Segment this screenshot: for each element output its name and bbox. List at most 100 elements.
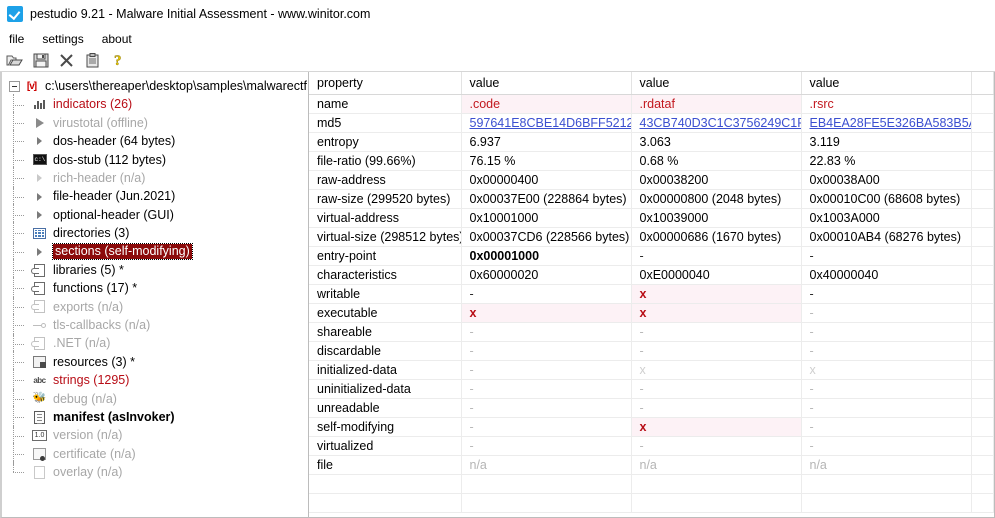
- sidebar-item-sections[interactable]: sections (self-modifying): [2, 240, 308, 263]
- table-cell-value[interactable]: 43CB740D3C1C3756249C1F2...: [631, 113, 802, 133]
- navigation-tree-panel[interactable]: [v] c:\users\thereaper\desktop\samples\m…: [0, 72, 309, 518]
- triangle-icon[interactable]: [31, 189, 48, 204]
- sidebar-item-functions[interactable]: functions (17) *: [2, 277, 308, 300]
- tree-item-root[interactable]: [v] c:\users\thereaper\desktop\samples\m…: [2, 77, 308, 95]
- column-header-value-3[interactable]: value: [801, 72, 972, 95]
- table-row[interactable]: file-ratio (99.66%) 76.15 % 0.68 % 22.83 %: [309, 151, 994, 171]
- sidebar-item-certificate[interactable]: certificate (n/a): [2, 443, 308, 465]
- sidebar-item-dotnet[interactable]: .NET (n/a): [2, 332, 308, 355]
- table-cell-spacer: [971, 303, 994, 323]
- sidebar-item-strings[interactable]: abc strings (1295): [2, 369, 308, 392]
- table-cell-value[interactable]: EB4EA28FE5E326BA583B5AB...: [801, 113, 972, 133]
- table-row[interactable]: raw-address 0x00000400 0x00038200 0x00038A0…: [309, 170, 994, 190]
- sidebar-item-rich-header[interactable]: rich-header (n/a): [2, 167, 308, 190]
- sidebar-item-label: functions (17) *: [53, 281, 138, 296]
- table-cell-empty: [631, 474, 802, 494]
- sidebar-item-virustotal[interactable]: virustotal (offline): [2, 111, 308, 134]
- menu-item-settings[interactable]: settings: [42, 30, 92, 48]
- table-row[interactable]: uninitialized-data - - -: [309, 379, 994, 399]
- sidebar-item-overlay[interactable]: overlay (n/a): [2, 461, 308, 481]
- table-row[interactable]: initialized-data - x x: [309, 360, 994, 380]
- table-row[interactable]: name .code .rdataf .rsrc: [309, 94, 994, 114]
- sidebar-item-label: exports (n/a): [53, 299, 124, 314]
- sidebar-item-file-header[interactable]: file-header (Jun.2021): [2, 185, 308, 208]
- sidebar-item-resources[interactable]: resources (3) *: [2, 351, 308, 374]
- tree-guide: [9, 443, 31, 465]
- table-cell-value: -: [461, 398, 632, 418]
- table-cell-property: self-modifying: [309, 417, 462, 437]
- table-row[interactable]: md5597641E8CBE14D6BFF5212F...43CB740D3C1…: [309, 113, 994, 133]
- table-row[interactable]: shareable - - -: [309, 322, 994, 342]
- triangle-icon[interactable]: [31, 207, 48, 222]
- table-cell-spacer: [971, 360, 994, 380]
- table-row[interactable]: discardable - - -: [309, 341, 994, 361]
- triangle-icon[interactable]: [31, 134, 48, 149]
- table-row[interactable]: writable - x -: [309, 284, 994, 304]
- tree-guide: [9, 277, 31, 300]
- sections-table-panel[interactable]: property value value value name .code .rda…: [309, 72, 995, 518]
- table-cell-property: characteristics: [309, 265, 462, 285]
- table-row[interactable]: unreadable - - -: [309, 398, 994, 418]
- tree-guide: [9, 369, 31, 392]
- table-cell-value: -: [461, 341, 632, 361]
- table-cell-value: 0xE0000040: [631, 265, 802, 285]
- menu-bar: file settings about: [0, 28, 995, 49]
- table-cell-spacer: [971, 113, 994, 133]
- table-cell-value: -: [631, 398, 802, 418]
- table-cell-empty: [971, 474, 994, 494]
- table-cell-value[interactable]: 597641E8CBE14D6BFF5212F...: [461, 113, 632, 133]
- table-row[interactable]: virtual-address 0x10001000 0x10039000 0x100…: [309, 208, 994, 228]
- sidebar-item-label: tls-callbacks (n/a): [53, 318, 151, 333]
- table-cell-property: file-ratio (99.66%): [309, 151, 462, 171]
- table-row[interactable]: virtual-size (298512 bytes) 0x00037CD6 (2…: [309, 227, 994, 247]
- table-cell-empty: [461, 474, 632, 494]
- certificate-icon: [31, 447, 48, 462]
- close-icon[interactable]: [57, 51, 76, 69]
- sidebar-item-libraries[interactable]: libraries (5) *: [2, 259, 308, 282]
- sidebar-item-label: rich-header (n/a): [53, 170, 146, 185]
- svg-text:?: ?: [114, 53, 122, 68]
- table-cell-spacer: [971, 284, 994, 304]
- sidebar-item-debug[interactable]: 🐝 debug (n/a): [2, 387, 308, 410]
- table-cell-value: -: [801, 398, 972, 418]
- sidebar-item-directories[interactable]: directories (3): [2, 222, 308, 245]
- table-row[interactable]: entropy 6.937 3.063 3.119: [309, 132, 994, 152]
- help-icon[interactable]: ?: [109, 51, 128, 69]
- table-cell-value: x: [461, 303, 632, 323]
- table-row[interactable]: self-modifying - x -: [309, 417, 994, 437]
- sidebar-item-manifest[interactable]: manifest (asInvoker): [2, 406, 308, 429]
- table-cell-value: .rdataf: [631, 94, 802, 114]
- sidebar-item-tls-callbacks[interactable]: tls-callbacks (n/a): [2, 314, 308, 337]
- table-row[interactable]: executable x x -: [309, 303, 994, 323]
- column-header-value-2[interactable]: value: [631, 72, 802, 95]
- table-row[interactable]: file n/a n/a n/a: [309, 455, 994, 475]
- table-row[interactable]: characteristics 0x60000020 0xE0000040 0x400…: [309, 265, 994, 285]
- clipboard-icon[interactable]: [83, 51, 102, 69]
- save-icon[interactable]: [31, 51, 50, 69]
- sidebar-item-dos-stub[interactable]: c:\ dos-stub (112 bytes): [2, 148, 308, 171]
- table-body: name .code .rdataf .rsrc md5 597641E8CBE14D6B…: [309, 94, 994, 513]
- table-cell-empty: [461, 493, 632, 513]
- sidebar-item-version[interactable]: 1.0 version (n/a): [2, 424, 308, 447]
- menu-item-file[interactable]: file: [9, 30, 33, 48]
- page-arrow-icon: [31, 299, 48, 314]
- sidebar-item-optional-header[interactable]: optional-header (GUI): [2, 203, 308, 226]
- table-cell-value: -: [801, 322, 972, 342]
- expander-icon[interactable]: [9, 80, 20, 92]
- column-header-property[interactable]: property: [309, 72, 462, 95]
- table-row-empty: [309, 474, 994, 494]
- sidebar-item-exports[interactable]: exports (n/a): [2, 295, 308, 318]
- table-row-empty: [309, 493, 994, 513]
- table-row[interactable]: virtualized - - -: [309, 436, 994, 456]
- column-header-value-1[interactable]: value: [461, 72, 632, 95]
- table-row[interactable]: entry-point 0x00001000- -: [309, 246, 994, 266]
- table-row[interactable]: raw-size (299520 bytes) 0x00037E00 (22886…: [309, 189, 994, 209]
- menu-item-about[interactable]: about: [102, 30, 141, 48]
- tree-guide: [9, 424, 31, 447]
- triangle-icon[interactable]: [31, 244, 48, 259]
- table-cell-value: -: [801, 284, 972, 304]
- table-cell-spacer: [971, 398, 994, 418]
- open-file-icon[interactable]: [5, 51, 24, 69]
- sidebar-item-dos-header[interactable]: dos-header (64 bytes): [2, 130, 308, 153]
- sidebar-item-indicators[interactable]: indicators (26): [2, 93, 308, 116]
